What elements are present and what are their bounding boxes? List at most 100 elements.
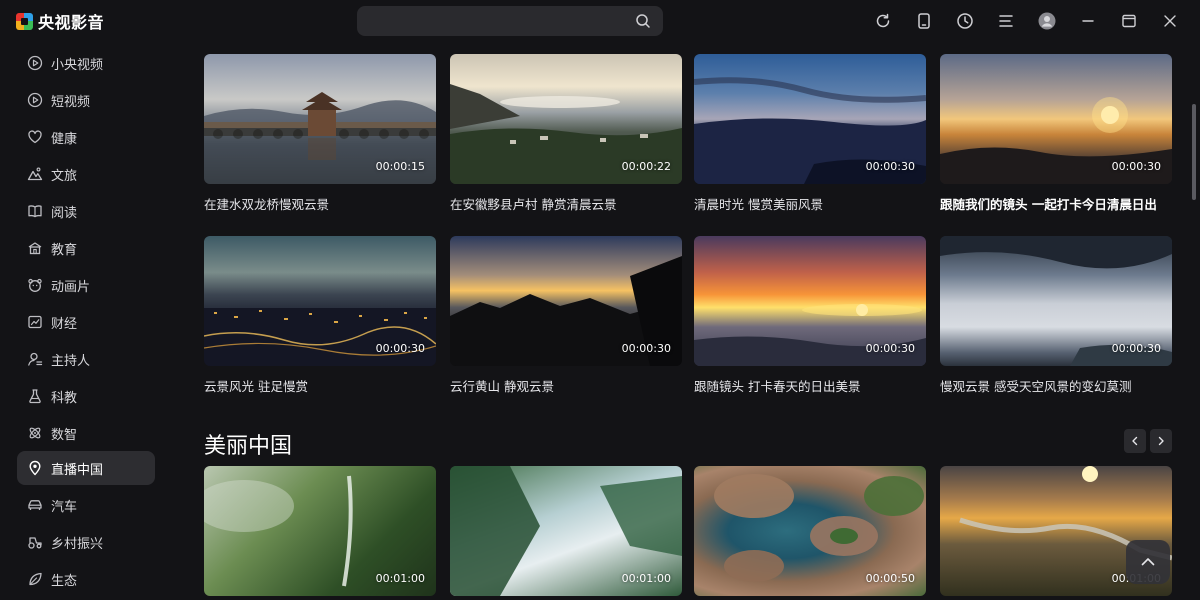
video-thumbnail[interactable]: 00:00:22 [450,54,682,184]
sidebar-item-host[interactable]: 主持人 [17,342,155,376]
sidebar-item-reading[interactable]: 阅读 [17,194,155,228]
video-duration: 00:00:15 [375,160,425,173]
play-circle-icon [27,55,43,71]
sidebar-item-label: 教育 [51,242,78,258]
sidebar-item-education[interactable]: 教育 [17,231,155,265]
sidebar-item-ecology[interactable]: 生态 [17,562,155,596]
chart-icon [28,315,42,329]
video-thumbnail[interactable]: 00:00:15 [204,54,436,184]
sidebar-item-label: 乡村振兴 [51,536,104,552]
video-title[interactable]: 云行黄山 静观云景 [450,376,682,395]
user-avatar-icon [1038,12,1055,30]
video-duration: 00:00:30 [865,160,915,173]
video-card[interactable]: 00:00:22 在安徽黟县卢村 静赏清晨云景 [450,54,682,212]
video-title[interactable]: 跟随镜头 打卡春天的日出美景 [694,376,926,395]
menu-button[interactable] [985,9,1026,33]
school-icon [28,242,42,255]
prev-page-button[interactable] [1124,429,1146,453]
video-card[interactable]: 00:00:15 在建水双龙桥慢观云景 [204,54,436,212]
video-duration: 00:00:30 [1111,160,1161,173]
sidebar-item-xiaoyang-video[interactable]: 小央视频 [17,46,155,80]
video-duration: 00:00:50 [865,572,915,585]
back-to-top-button[interactable] [1126,540,1170,584]
video-card[interactable]: 00:00:30 慢观云景 感受天空风景的变幻莫测 [940,236,1172,394]
video-duration: 00:01:00 [621,572,671,585]
sidebar-item-label: 直播中国 [51,462,104,478]
maximize-button[interactable] [1108,9,1149,33]
video-thumbnail[interactable]: 00:00:30 [940,236,1172,366]
play-circle-icon [27,92,43,108]
minimize-button[interactable] [1067,9,1108,33]
video-card[interactable]: 00:00:30 云景风光 驻足慢赏 [204,236,436,394]
chevron-right-icon [1158,436,1164,446]
sidebar-item-digital[interactable]: 数智 [17,416,155,450]
video-title[interactable]: 清晨时光 慢赏美丽风景 [694,194,926,213]
sidebar-item-label: 科教 [51,390,78,406]
close-button[interactable] [1149,9,1190,33]
video-duration: 00:00:30 [375,342,425,355]
section-pager [1124,429,1172,453]
video-card[interactable]: 00:01:00 [204,466,436,596]
sidebar-item-auto[interactable]: 汽车 [17,488,155,522]
video-thumbnail[interactable]: 00:00:30 [450,236,682,366]
menu-icon [998,15,1013,27]
video-title[interactable]: 在建水双龙桥慢观云景 [204,194,436,213]
video-card[interactable]: 00:00:30 云行黄山 静观云景 [450,236,682,394]
video-title[interactable]: 跟随我们的镜头 一起打卡今日清晨日出 [940,194,1172,213]
refresh-icon [876,13,889,28]
video-duration: 00:00:22 [621,160,671,173]
video-thumbnail[interactable]: 00:00:30 [204,236,436,366]
video-card[interactable]: 00:00:30 跟随镜头 打卡春天的日出美景 [694,236,926,394]
search-icon[interactable] [635,13,651,29]
leaf-icon [29,572,42,586]
user-button[interactable] [1026,9,1067,33]
sidebar-item-short-video[interactable]: 短视频 [17,83,155,117]
bear-icon [28,278,42,292]
video-duration: 00:00:30 [621,342,671,355]
app-title: 央视影音 [38,13,105,32]
minimize-icon [1081,20,1094,22]
video-thumbnail[interactable]: 00:00:50 [694,466,926,596]
video-card[interactable]: 00:00:50 [694,466,926,596]
sidebar-item-cartoon[interactable]: 动画片 [17,268,155,302]
sidebar-item-label: 短视频 [51,94,91,110]
video-thumbnail[interactable]: 00:01:00 [204,466,436,596]
video-duration: 00:00:30 [1111,342,1161,355]
main-content: 00:00:15 在建水双龙桥慢观云景 00:00:22 在安徽黟县卢村 静赏清… [172,42,1186,600]
video-thumbnail[interactable]: 00:00:30 [940,54,1172,184]
video-thumbnail[interactable]: 00:01:00 [450,466,682,596]
mobile-icon [917,13,930,29]
sidebar-item-live-china[interactable]: 直播中国 [17,451,155,485]
video-card[interactable]: 00:00:30 清晨时光 慢赏美丽风景 [694,54,926,212]
history-icon [956,13,973,29]
sidebar-item-label: 汽车 [51,499,78,515]
chevron-left-icon [1132,436,1138,446]
sidebar-item-health[interactable]: 健康 [17,120,155,154]
scrollbar-thumb[interactable] [1192,104,1196,200]
video-card[interactable]: 00:00:30 跟随我们的镜头 一起打卡今日清晨日出 [940,54,1172,212]
video-title[interactable]: 云景风光 驻足慢赏 [204,376,436,395]
sidebar-item-rural[interactable]: 乡村振兴 [17,525,155,559]
cctv-logo-icon [16,12,33,30]
sidebar-item-label: 财经 [51,316,78,332]
video-thumbnail[interactable]: 00:00:30 [694,54,926,184]
video-title[interactable]: 慢观云景 感受天空风景的变幻莫测 [940,376,1172,395]
next-page-button[interactable] [1150,429,1172,453]
video-thumbnail[interactable]: 00:00:30 [694,236,926,366]
sidebar-item-label: 小央视频 [51,57,104,73]
app-logo[interactable]: 央视影音 [16,9,104,33]
search-box[interactable] [357,6,663,36]
history-button[interactable] [944,9,985,33]
sidebar-item-label: 动画片 [51,279,91,295]
tractor-icon [28,537,42,549]
video-title[interactable]: 在安徽黟县卢村 静赏清晨云景 [450,194,682,213]
sidebar-item-science[interactable]: 科教 [17,379,155,413]
maximize-icon [1121,14,1136,28]
mobile-button[interactable] [903,9,944,33]
location-pin-icon [29,460,41,476]
host-icon [28,352,43,366]
sidebar-item-finance[interactable]: 财经 [17,305,155,339]
video-card[interactable]: 00:01:00 [450,466,682,596]
sidebar-item-travel[interactable]: 文旅 [17,157,155,191]
refresh-button[interactable] [862,9,903,33]
